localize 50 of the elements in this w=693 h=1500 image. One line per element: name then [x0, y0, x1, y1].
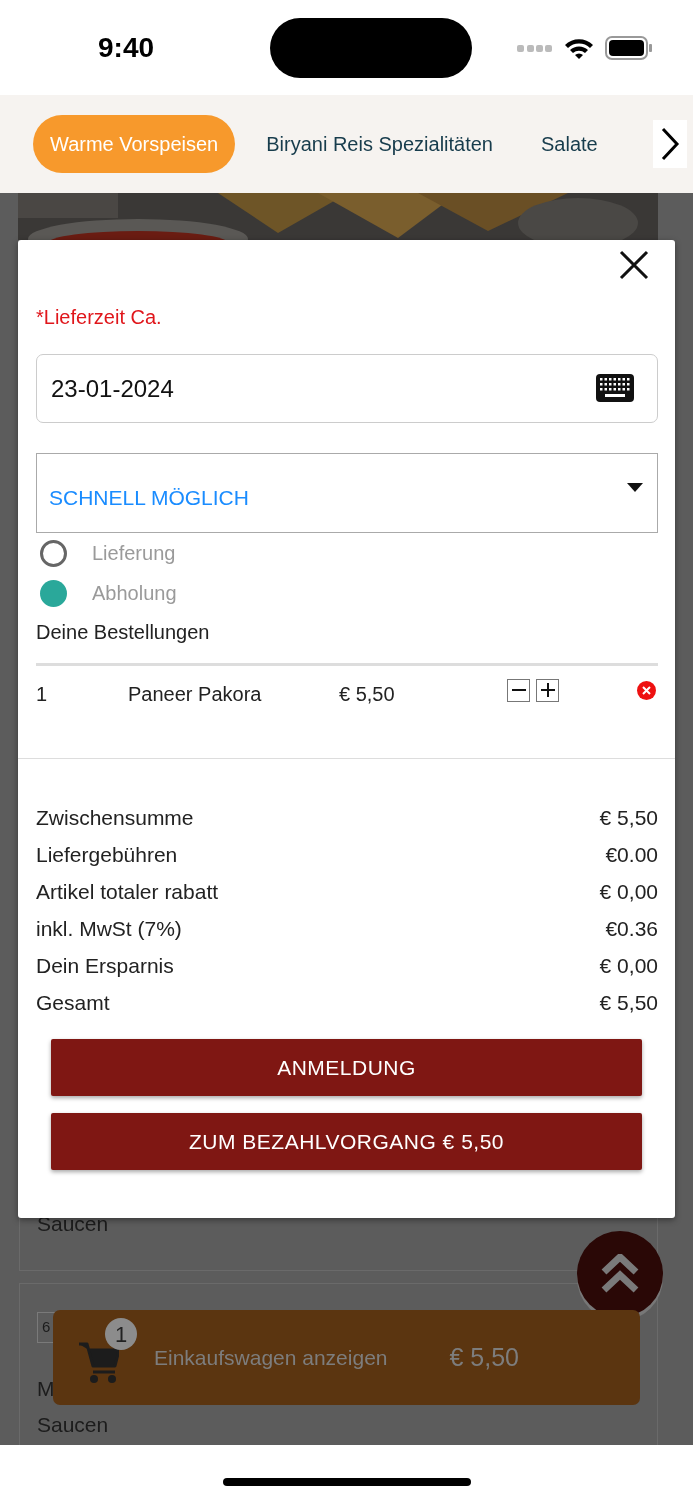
chevron-right-icon — [660, 127, 680, 161]
delivery-time-label: *Lieferzeit Ca. — [36, 305, 162, 330]
date-field[interactable]: 23-01-2024 — [36, 354, 658, 423]
summary-value: €0.00 — [605, 841, 658, 868]
summary-value: € 5,50 — [599, 989, 658, 1016]
summary-label: Artikel totaler rabatt — [36, 878, 219, 905]
radio-button[interactable] — [40, 579, 67, 607]
order-quantity: 1 — [36, 682, 49, 707]
next-button[interactable] — [653, 120, 687, 168]
radio-label: Abholung — [92, 581, 177, 606]
summary-value: € 0,00 — [599, 878, 658, 905]
menu-item-text: Saucen — [37, 1412, 109, 1436]
cart-icon — [79, 1341, 119, 1384]
radio-label: Lieferung — [92, 541, 176, 566]
menu-item-text: Saucen — [37, 1212, 109, 1235]
category-tab[interactable]: Warme Vorspeisen — [33, 115, 236, 173]
plus-icon — [540, 683, 555, 697]
menu-item-text: M — [37, 1376, 55, 1400]
double-chevron-up-icon — [601, 1254, 639, 1294]
summary-label: Gesamt — [36, 989, 110, 1016]
category-tab[interactable]: Salate — [524, 115, 615, 173]
summary-label: inkl. MwSt (7%) — [36, 915, 182, 942]
radio-option[interactable]: Lieferung — [36, 533, 658, 573]
caret-icon — [627, 482, 643, 492]
remove-icon — [637, 680, 656, 700]
order-item-price: € 5,50 — [339, 682, 396, 707]
summary-value: € 5,50 — [599, 804, 658, 831]
orders-heading: Deine Bestellungen — [36, 620, 211, 645]
decrease-button[interactable] — [507, 678, 530, 702]
summary-value: €0.36 — [605, 915, 658, 942]
summary-label: Zwischensumme — [36, 804, 194, 831]
time-select[interactable]: SCHNELL MÖGLICH — [36, 453, 658, 533]
checkout-button[interactable]: ZUM BEZAHLVORGANG € 5,50 — [51, 1113, 642, 1170]
close-icon — [619, 250, 649, 280]
category-tab[interactable]: Biryani Reis Spezialitäten — [249, 115, 510, 173]
summary-label: Liefergebühren — [36, 841, 178, 868]
remove-button[interactable] — [637, 680, 656, 700]
status-time: 9:40 — [98, 30, 155, 65]
increase-button[interactable] — [536, 678, 559, 702]
battery-icon — [605, 35, 653, 60]
summary-label: Dein Ersparnis — [36, 952, 174, 979]
radio-button[interactable] — [40, 539, 67, 567]
keyboard-icon[interactable] — [596, 374, 634, 402]
close-button[interactable] — [617, 248, 651, 282]
login-button[interactable]: ANMELDUNG — [51, 1039, 642, 1096]
summary-value: € 0,00 — [599, 952, 658, 979]
order-item-name: Paneer Pakora — [128, 682, 263, 707]
signal-icon — [517, 43, 553, 52]
minus-icon — [511, 689, 526, 691]
radio-option[interactable]: Abholung — [36, 573, 658, 613]
